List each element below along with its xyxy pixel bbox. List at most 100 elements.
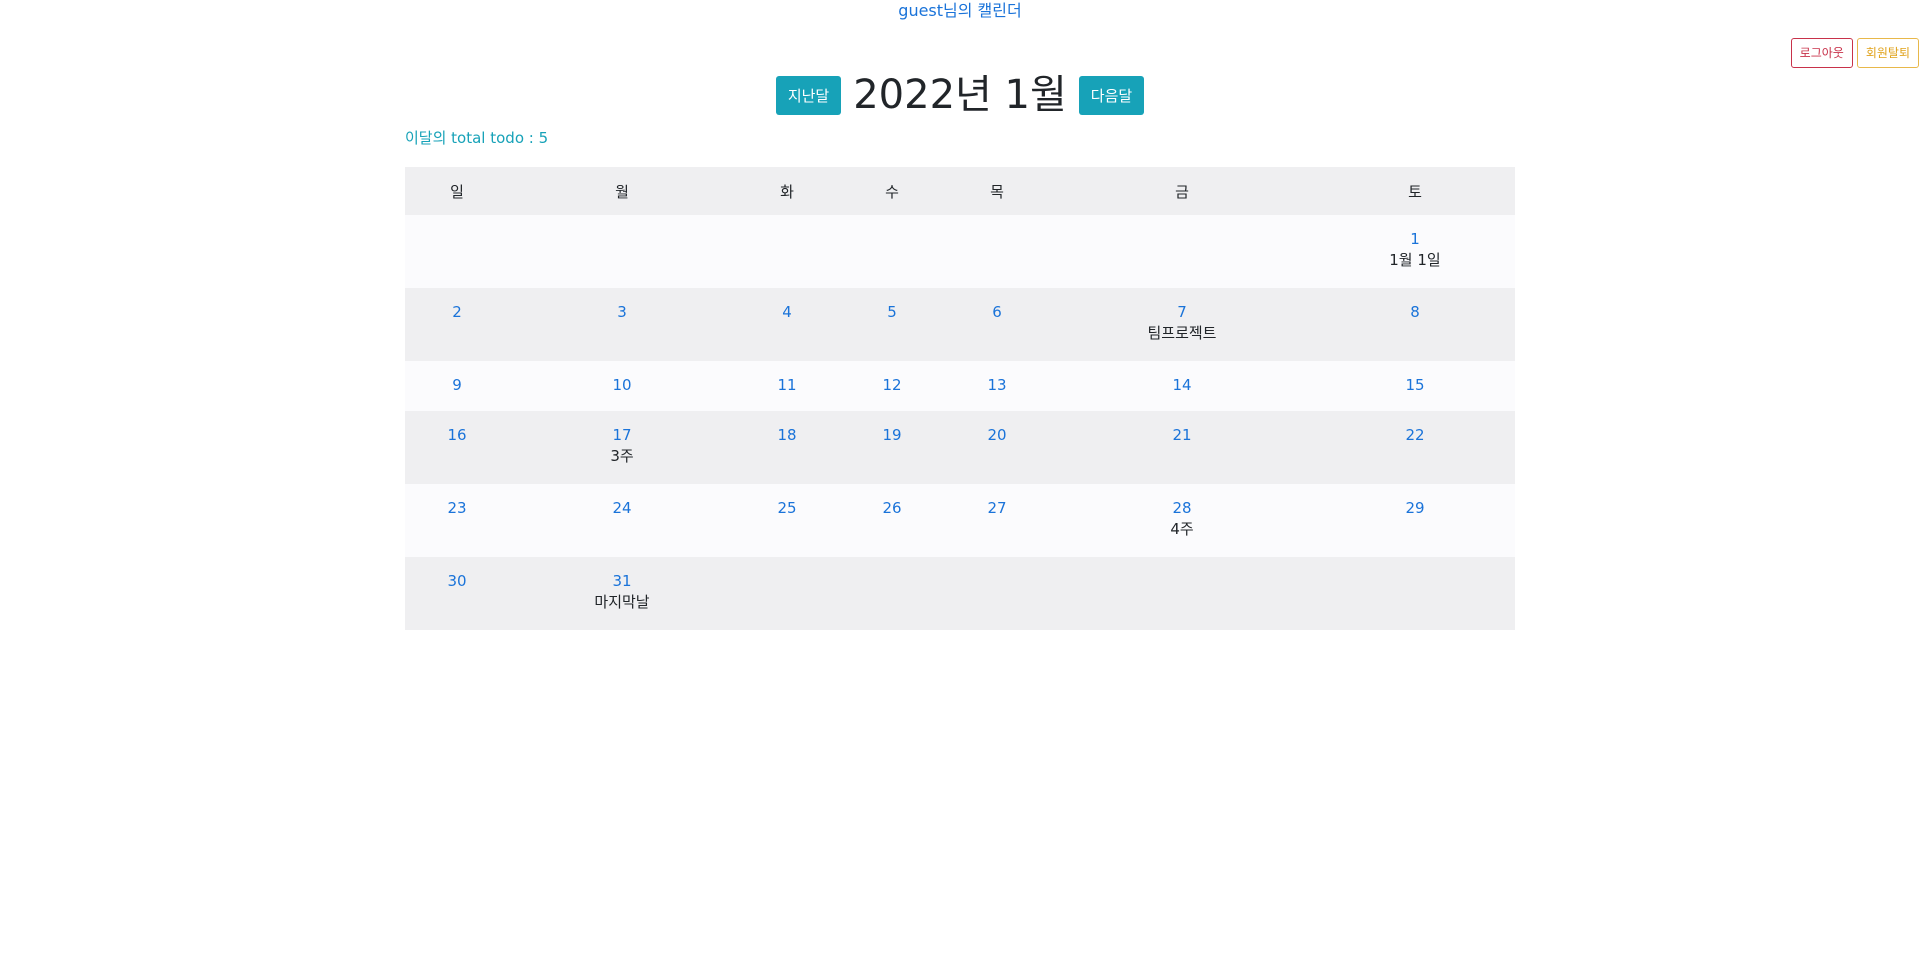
calendar-day-cell[interactable]: 16	[405, 411, 509, 484]
calendar-day-cell[interactable]: 5	[839, 288, 945, 361]
todo-item[interactable]: 4주	[1049, 518, 1315, 540]
todo-item[interactable]: 마지막날	[509, 591, 735, 613]
calendar-week-row: 2 3 4 5 6 7 팀프로젝트 8	[405, 288, 1515, 361]
calendar-week-row: 23 24 25 26 27 28 4주 29	[405, 484, 1515, 557]
calendar-day-cell	[735, 215, 839, 288]
calendar-day-cell[interactable]: 2	[405, 288, 509, 361]
calendar-day-cell[interactable]: 8	[1315, 288, 1515, 361]
calendar-table: 일 월 화 수 목 금 토 1 1월 1일 2 3 4 5 6 7 팀프로젝트 8 9 10 11 12 1…	[405, 167, 1515, 630]
calendar-day-cell[interactable]: 10	[509, 361, 735, 411]
calendar-day-cell[interactable]: 11	[735, 361, 839, 411]
calendar-day-cell[interactable]: 17 3주	[509, 411, 735, 484]
day-number[interactable]: 14	[1049, 375, 1315, 395]
day-number[interactable]: 8	[1315, 302, 1515, 322]
day-number[interactable]: 18	[735, 425, 839, 445]
day-number[interactable]: 13	[945, 375, 1049, 395]
calendar-day-cell[interactable]: 12	[839, 361, 945, 411]
day-number[interactable]: 7	[1049, 302, 1315, 322]
day-number[interactable]: 30	[405, 571, 509, 591]
calendar-day-cell[interactable]: 21	[1049, 411, 1315, 484]
calendar-day-cell[interactable]: 19	[839, 411, 945, 484]
calendar-day-cell[interactable]: 3	[509, 288, 735, 361]
calendar-day-cell	[839, 215, 945, 288]
month-title: 2022년 1월	[853, 72, 1067, 118]
calendar-day-cell[interactable]: 4	[735, 288, 839, 361]
calendar-day-cell[interactable]: 1 1월 1일	[1315, 215, 1515, 288]
total-todo-count: 이달의 total todo : 5	[405, 129, 549, 147]
calendar-day-cell[interactable]: 6	[945, 288, 1049, 361]
calendar-day-cell	[1049, 557, 1315, 630]
weekday-header: 토	[1315, 167, 1515, 215]
calendar-day-cell	[839, 557, 945, 630]
day-number[interactable]: 12	[839, 375, 945, 395]
calendar-day-cell[interactable]: 27	[945, 484, 1049, 557]
calendar-day-cell	[509, 215, 735, 288]
calendar-day-cell[interactable]: 28 4주	[1049, 484, 1315, 557]
day-number[interactable]: 1	[1315, 229, 1515, 249]
day-number[interactable]: 22	[1315, 425, 1515, 445]
day-number[interactable]: 4	[735, 302, 839, 322]
todo-item[interactable]: 3주	[509, 445, 735, 467]
next-month-button[interactable]: 다음달	[1078, 75, 1145, 115]
calendar-day-cell	[945, 215, 1049, 288]
calendar-week-row: 16 17 3주 18 19 20 21 22	[405, 411, 1515, 484]
day-number[interactable]: 24	[509, 498, 735, 518]
weekday-header: 목	[945, 167, 1049, 215]
calendar-day-cell[interactable]: 30	[405, 557, 509, 630]
page-title: guest님의 캘린더	[898, 1, 1022, 20]
calendar-day-cell[interactable]: 13	[945, 361, 1049, 411]
weekday-header-row: 일 월 화 수 목 금 토	[405, 167, 1515, 215]
day-number[interactable]: 31	[509, 571, 735, 591]
day-number[interactable]: 15	[1315, 375, 1515, 395]
day-number[interactable]: 21	[1049, 425, 1315, 445]
month-navigation: 지난달 2022년 1월 다음달	[0, 70, 1920, 120]
calendar-week-row: 1 1월 1일	[405, 215, 1515, 288]
todo-item[interactable]: 팀프로젝트	[1049, 322, 1315, 344]
day-number[interactable]: 26	[839, 498, 945, 518]
withdraw-button[interactable]: 회원탈퇴	[1856, 38, 1919, 68]
weekday-header: 화	[735, 167, 839, 215]
calendar-body: 1 1월 1일 2 3 4 5 6 7 팀프로젝트 8 9 10 11 12 13 14 15 16 17 3주 18 1…	[405, 215, 1515, 630]
day-number[interactable]: 29	[1315, 498, 1515, 518]
calendar-day-cell[interactable]: 9	[405, 361, 509, 411]
calendar-day-cell[interactable]: 26	[839, 484, 945, 557]
calendar-week-row: 9 10 11 12 13 14 15	[405, 361, 1515, 411]
weekday-header: 수	[839, 167, 945, 215]
day-number[interactable]: 19	[839, 425, 945, 445]
todo-item[interactable]: 1월 1일	[1315, 249, 1515, 271]
day-number[interactable]: 17	[509, 425, 735, 445]
account-actions: 로그아웃 회원탈퇴	[1790, 38, 1919, 68]
calendar-day-cell[interactable]: 24	[509, 484, 735, 557]
calendar-day-cell[interactable]: 29	[1315, 484, 1515, 557]
calendar-day-cell[interactable]: 20	[945, 411, 1049, 484]
logout-button[interactable]: 로그아웃	[1790, 38, 1853, 68]
calendar-day-cell[interactable]: 15	[1315, 361, 1515, 411]
weekday-header: 일	[405, 167, 509, 215]
day-number[interactable]: 3	[509, 302, 735, 322]
calendar-day-cell	[945, 557, 1049, 630]
day-number[interactable]: 10	[509, 375, 735, 395]
calendar-day-cell[interactable]: 7 팀프로젝트	[1049, 288, 1315, 361]
day-number[interactable]: 9	[405, 375, 509, 395]
day-number[interactable]: 20	[945, 425, 1049, 445]
day-number[interactable]: 23	[405, 498, 509, 518]
calendar-day-cell[interactable]: 25	[735, 484, 839, 557]
day-number[interactable]: 11	[735, 375, 839, 395]
prev-month-button[interactable]: 지난달	[775, 75, 842, 115]
calendar-day-cell[interactable]: 22	[1315, 411, 1515, 484]
day-number[interactable]: 25	[735, 498, 839, 518]
calendar-day-cell[interactable]: 23	[405, 484, 509, 557]
calendar-day-cell	[405, 215, 509, 288]
day-number[interactable]: 2	[405, 302, 509, 322]
day-number[interactable]: 27	[945, 498, 1049, 518]
day-number[interactable]: 28	[1049, 498, 1315, 518]
calendar-day-cell[interactable]: 31 마지막날	[509, 557, 735, 630]
day-number[interactable]: 5	[839, 302, 945, 322]
calendar-day-cell	[735, 557, 839, 630]
weekday-header: 월	[509, 167, 735, 215]
calendar-day-cell[interactable]: 18	[735, 411, 839, 484]
day-number[interactable]: 6	[945, 302, 1049, 322]
day-number[interactable]: 16	[405, 425, 509, 445]
calendar-day-cell[interactable]: 14	[1049, 361, 1315, 411]
calendar-day-cell	[1049, 215, 1315, 288]
